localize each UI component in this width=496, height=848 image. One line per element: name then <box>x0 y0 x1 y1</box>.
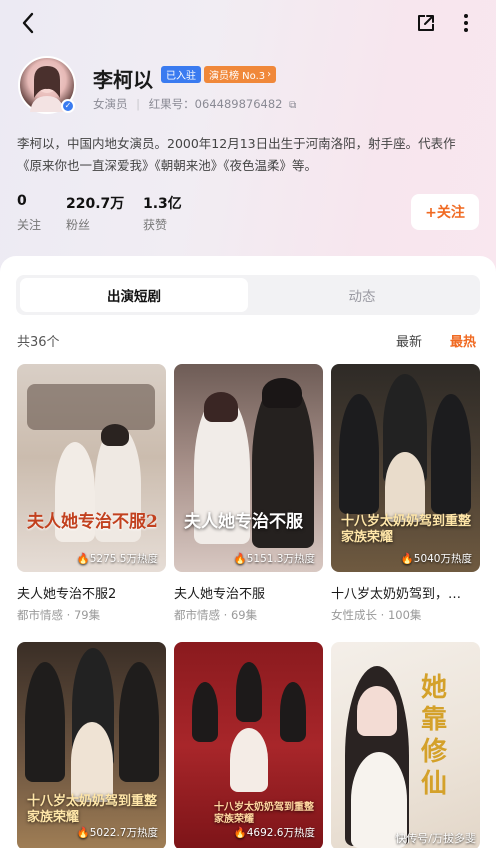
poster-figure <box>339 394 379 514</box>
poster-figure <box>262 378 302 408</box>
sort-hottest[interactable]: 最热 <box>450 331 476 350</box>
tab-dramas[interactable]: 出演短剧 <box>20 278 248 312</box>
stat-following-label: 关注 <box>17 218 42 232</box>
drama-poster[interactable]: 她靠修仙 快传号/万拔多斐 <box>331 642 480 848</box>
heat-label: 🔥5022.7万热度 <box>76 827 158 839</box>
poster-figure <box>204 392 238 422</box>
drama-poster[interactable]: 夫人她专治不服 🔥5151.3万热度 <box>174 364 323 572</box>
poster-figure <box>280 682 306 742</box>
verified-badge: 已入驻 <box>161 66 201 83</box>
poster-figure <box>71 722 113 802</box>
drama-subtitle: 都市情感 · 79集 <box>17 608 101 622</box>
drama-card[interactable]: 夫人她专治不服 🔥5151.3万热度 夫人她专治不服 都市情感 · 69集 <box>174 364 323 626</box>
poster-figure <box>357 686 397 736</box>
poster-title: 夫人她专治不服 <box>184 512 303 532</box>
rank-badge[interactable]: 演员榜 No.3 › <box>204 66 277 83</box>
drama-card[interactable]: 夫人她专治不服2 🔥5275.5万热度 夫人她专治不服2 都市情感 · 79集 <box>17 364 166 626</box>
drama-card[interactable]: 十八岁太奶奶驾到重整家族荣耀 🔥5040万热度 十八岁太奶奶驾到，… 女性成长 … <box>331 364 480 626</box>
chevron-left-icon[interactable] <box>14 10 42 36</box>
profile-id: 红果号：064489876482 <box>148 97 283 111</box>
drama-subtitle: 女性成长 · 100集 <box>331 608 422 622</box>
stat-following-value[interactable]: 0 <box>17 193 27 209</box>
drama-poster[interactable]: 十八岁太奶奶驾到重整家族荣耀 🔥5040万热度 <box>331 364 480 572</box>
heat-value: 5040万热度 <box>413 553 472 565</box>
drama-subtitle: 都市情感 · 69集 <box>174 608 258 622</box>
heat-label: 🔥5275.5万热度 <box>76 553 158 565</box>
poster-figure <box>119 662 159 782</box>
poster-title: 夫人她专治不服2 <box>27 512 158 532</box>
heat-label: 🔥4692.6万热度 <box>233 827 315 839</box>
drama-title: 十八岁太奶奶驾到，… <box>331 587 462 602</box>
drama-poster[interactable]: 十八岁太奶奶驾到重整家族荣耀 🔥4692.6万热度 <box>174 642 323 848</box>
more-vertical-icon[interactable] <box>456 10 476 36</box>
profile-name: 李柯以 <box>93 68 153 92</box>
drama-title: 夫人她专治不服2 <box>17 587 117 602</box>
drama-title: 夫人她专治不服 <box>174 587 266 602</box>
heat-value: 5275.5万热度 <box>89 553 158 565</box>
poster-title: 十八岁太奶奶驾到重整家族荣耀 <box>341 514 472 545</box>
poster-title: 十八岁太奶奶驾到重整家族荣耀 <box>27 794 158 825</box>
copy-icon[interactable]: ⧉ <box>289 100 296 111</box>
drama-poster[interactable]: 十八岁太奶奶驾到重整家族荣耀 🔥5022.7万热度 <box>17 642 166 848</box>
follow-button[interactable]: +关注 <box>411 194 479 230</box>
stat-fans-label: 粉丝 <box>66 218 91 232</box>
poster-figure <box>101 424 129 446</box>
tab-bar: 出演短剧 动态 <box>16 275 480 315</box>
top-bar <box>0 0 496 46</box>
drama-card[interactable]: 她靠修仙 快传号/万拔多斐 <box>331 642 480 848</box>
drama-count: 共36个 <box>17 335 60 350</box>
poster-figure <box>385 452 425 522</box>
stat-likes-label: 获赞 <box>143 218 168 232</box>
profile-role: 女演员 <box>93 97 128 111</box>
rank-badge-label: 演员榜 No.3 <box>209 71 266 82</box>
poster-figure <box>25 662 65 782</box>
profile-meta: 女演员 | 红果号：064489876482 ⧉ <box>93 97 297 111</box>
heat-value: 5022.7万热度 <box>89 827 158 839</box>
poster-figure <box>236 662 262 722</box>
poster-crowd <box>27 384 155 430</box>
profile-bio: 李柯以，中国内地女演员。2000年12月13日出生于河南洛阳，射手座。代表作《原… <box>17 136 456 173</box>
poster-figure <box>230 728 268 792</box>
verified-check-icon: ✓ <box>61 99 75 113</box>
heat-value: 4692.6万热度 <box>246 827 315 839</box>
heat-value: 5151.3万热度 <box>246 553 315 565</box>
stat-likes-value: 1.3亿 <box>143 196 182 212</box>
poster-figure <box>431 394 471 514</box>
sort-latest[interactable]: 最新 <box>396 331 422 350</box>
chevron-right-icon: › <box>267 69 272 80</box>
drama-card[interactable]: 十八岁太奶奶驾到重整家族荣耀 🔥5022.7万热度 <box>17 642 166 848</box>
drama-poster[interactable]: 夫人她专治不服2 🔥5275.5万热度 <box>17 364 166 572</box>
heat-label: 🔥5151.3万热度 <box>233 553 315 565</box>
poster-title: 十八岁太奶奶驾到重整家族荣耀 <box>214 802 314 825</box>
poster-title: 她靠修仙 <box>421 673 448 799</box>
poster-figure <box>192 682 218 742</box>
tab-feed[interactable]: 动态 <box>248 278 476 312</box>
heat-label: 🔥5040万热度 <box>400 553 472 565</box>
stat-fans-value[interactable]: 220.7万 <box>66 193 124 213</box>
share-icon[interactable] <box>413 10 439 36</box>
watermark-text: 快传号/万拔多斐 <box>395 832 476 845</box>
drama-card[interactable]: 十八岁太奶奶驾到重整家族荣耀 🔥4692.6万热度 <box>174 642 323 848</box>
